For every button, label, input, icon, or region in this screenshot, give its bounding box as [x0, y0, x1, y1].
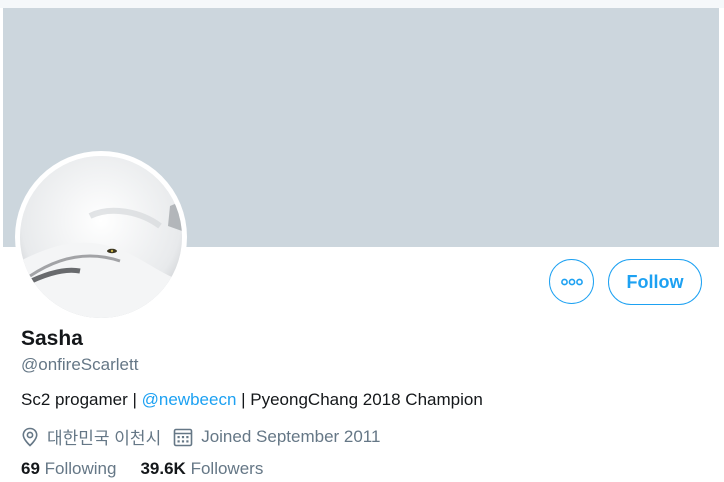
following-count: 69 [21, 459, 40, 478]
profile-location: 대한민국 이천시 [21, 424, 161, 449]
location-text: 대한민국 이천시 [47, 429, 162, 448]
more-options-button[interactable] [549, 259, 594, 304]
profile-joined: Joined September 2011 [173, 427, 380, 447]
avatar[interactable] [20, 156, 182, 318]
calendar-icon [173, 428, 193, 446]
profile-bio: Sc2 progamer | @newbeecn | PyeongChang 2… [21, 390, 483, 410]
followers-count: 39.6K [140, 459, 186, 478]
joined-text: Joined September 2011 [201, 426, 381, 446]
followers-link[interactable]: 39.6K Followers [140, 459, 263, 479]
bio-mention-link[interactable]: @newbeecn [142, 390, 237, 409]
location-pin-icon [22, 427, 38, 447]
profile-name: Sasha [21, 327, 83, 350]
bio-text-prefix: Sc2 progamer | [21, 390, 142, 409]
following-link[interactable]: 69 Following [21, 459, 116, 479]
profile-meta: 대한민국 이천시 Joined September 2011 [21, 424, 392, 449]
profile-stats: 69 Following 39.6K Followers [21, 459, 287, 479]
bio-text-suffix: | PyeongChang 2018 Champion [236, 390, 483, 409]
followers-label: Followers [190, 459, 264, 478]
profile-handle: @onfireScarlett [21, 355, 139, 374]
following-label: Following [44, 459, 117, 478]
more-horizontal-icon [560, 278, 583, 285]
top-edge [0, 0, 724, 8]
follow-button[interactable]: Follow [608, 259, 702, 305]
follow-button-label: Follow [626, 271, 684, 292]
avatar-image [20, 156, 182, 318]
